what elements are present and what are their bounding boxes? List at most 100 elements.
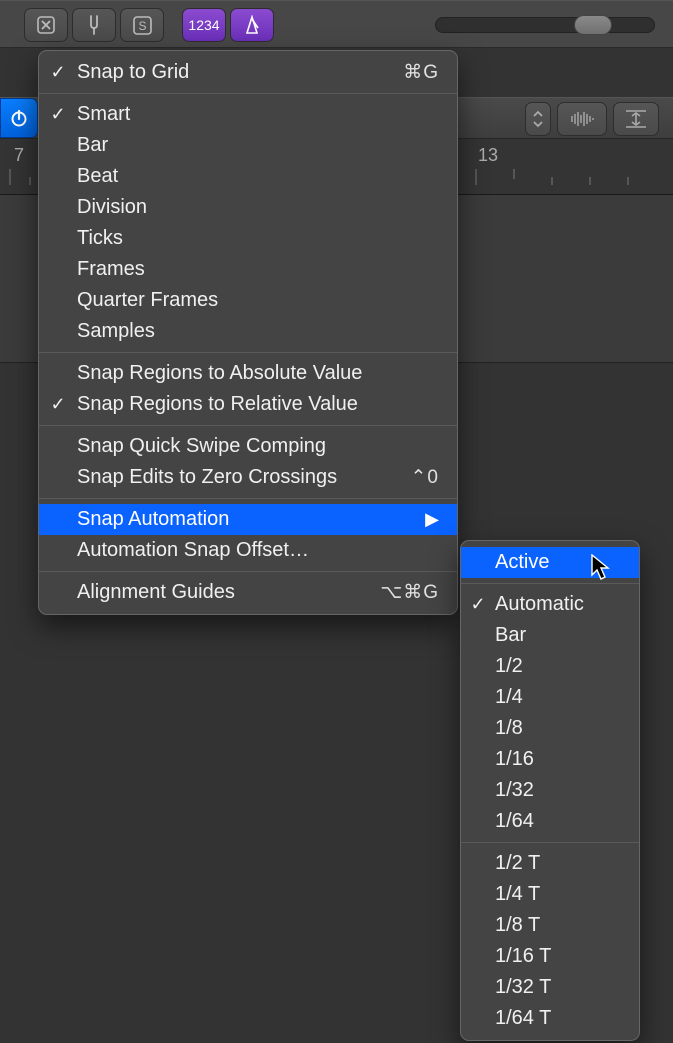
menu-ticks[interactable]: Ticks	[39, 223, 457, 254]
menu-item-label: Snap Edits to Zero Crossings	[77, 466, 411, 489]
tool-tuning-fork[interactable]	[72, 8, 116, 42]
tool-s-box[interactable]: S	[120, 8, 164, 42]
menu-zero-crossings[interactable]: Snap Edits to Zero Crossings ⌃0	[39, 462, 457, 493]
tuning-fork-icon	[85, 15, 103, 35]
checkmark-icon: ✓	[461, 594, 495, 615]
menu-beat[interactable]: Beat	[39, 161, 457, 192]
submenu-1-32-t[interactable]: 1/32 T	[461, 972, 639, 1003]
submenu-1-64-t[interactable]: 1/64 T	[461, 1003, 639, 1034]
submenu-1-8[interactable]: 1/8	[461, 713, 639, 744]
menu-item-label: 1/16	[495, 748, 625, 771]
menu-item-label: Frames	[77, 258, 439, 281]
tool-close[interactable]	[24, 8, 68, 42]
s-box-icon: S	[133, 16, 152, 35]
menu-item-label: Samples	[77, 320, 439, 343]
menu-item-label: Automatic	[495, 593, 625, 616]
menu-item-label: Quarter Frames	[77, 289, 439, 312]
menu-smart[interactable]: ✓ Smart	[39, 99, 457, 130]
submenu-arrow-icon: ▶	[417, 509, 439, 530]
menu-item-label: Snap to Grid	[77, 61, 403, 84]
menu-separator	[39, 571, 457, 572]
menu-separator	[39, 498, 457, 499]
menu-item-label: Ticks	[77, 227, 439, 250]
menu-snap-automation[interactable]: Snap Automation ▶	[39, 504, 457, 535]
zoom-slider[interactable]	[435, 17, 655, 33]
submenu-1-4-t[interactable]: 1/4 T	[461, 879, 639, 910]
menu-separator	[39, 352, 457, 353]
snap-menu: ✓ Snap to Grid ⌘G ✓ Smart Bar Beat Divis…	[38, 50, 458, 615]
right-tool-group	[525, 102, 659, 136]
menu-separator	[39, 425, 457, 426]
checkmark-icon: ✓	[39, 104, 77, 125]
toolbar-tool-group: S 1234	[24, 8, 274, 42]
selector-updown[interactable]	[525, 102, 551, 136]
submenu-1-8-t[interactable]: 1/8 T	[461, 910, 639, 941]
menu-item-label: Smart	[77, 103, 439, 126]
menu-samples[interactable]: Samples	[39, 316, 457, 347]
menu-item-label: Bar	[495, 624, 625, 647]
menu-item-label: 1/32 T	[495, 976, 625, 999]
menu-item-label: 1/32	[495, 779, 625, 802]
svg-text:S: S	[138, 19, 146, 33]
tool-metronome[interactable]	[230, 8, 274, 42]
menu-item-label: Automation Snap Offset…	[77, 539, 439, 562]
menu-snap-regions-absolute[interactable]: Snap Regions to Absolute Value	[39, 358, 457, 389]
menu-item-label: Snap Quick Swipe Comping	[77, 435, 439, 458]
menu-item-label: 1/64 T	[495, 1007, 625, 1030]
tool-1234[interactable]: 1234	[182, 8, 226, 42]
vertical-fit-button[interactable]	[613, 102, 659, 136]
submenu-automatic[interactable]: ✓ Automatic	[461, 589, 639, 620]
submenu-1-2-t[interactable]: 1/2 T	[461, 848, 639, 879]
ruler-mark: 13	[478, 145, 498, 166]
menu-division[interactable]: Division	[39, 192, 457, 223]
metronome-icon	[243, 15, 261, 35]
menu-item-label: 1/4 T	[495, 883, 625, 906]
submenu-1-64[interactable]: 1/64	[461, 806, 639, 837]
waveform-icon	[567, 110, 597, 128]
menu-quarter-frames[interactable]: Quarter Frames	[39, 285, 457, 316]
menu-item-label: 1/2	[495, 655, 625, 678]
submenu-1-16-t[interactable]: 1/16 T	[461, 941, 639, 972]
snap-automation-submenu: Active ✓ Automatic Bar 1/2 1/4 1/8 1/16 …	[460, 540, 640, 1041]
waveform-button[interactable]	[557, 102, 607, 136]
submenu-bar[interactable]: Bar	[461, 620, 639, 651]
submenu-1-4[interactable]: 1/4	[461, 682, 639, 713]
menu-quick-swipe-comping[interactable]: Snap Quick Swipe Comping	[39, 431, 457, 462]
menu-item-label: Active	[495, 551, 625, 574]
close-box-icon	[37, 16, 55, 34]
power-icon	[9, 108, 29, 128]
menu-snap-to-grid[interactable]: ✓ Snap to Grid ⌘G	[39, 57, 457, 88]
checkmark-icon: ✓	[39, 62, 77, 83]
menu-bar[interactable]: Bar	[39, 130, 457, 161]
menu-separator	[461, 583, 639, 584]
menu-item-label: Division	[77, 196, 439, 219]
submenu-1-32[interactable]: 1/32	[461, 775, 639, 806]
submenu-1-2[interactable]: 1/2	[461, 651, 639, 682]
submenu-active[interactable]: Active	[461, 547, 639, 578]
menu-item-label: 1/16 T	[495, 945, 625, 968]
menu-automation-snap-offset[interactable]: Automation Snap Offset…	[39, 535, 457, 566]
menu-item-label: 1/64	[495, 810, 625, 833]
menu-item-shortcut: ⌥⌘G	[380, 581, 439, 604]
ruler-mark: 7	[14, 145, 24, 166]
chevron-updown-icon	[532, 109, 544, 129]
menu-item-shortcut: ⌘G	[403, 61, 439, 84]
menu-item-label: Alignment Guides	[77, 581, 380, 604]
menu-frames[interactable]: Frames	[39, 254, 457, 285]
menu-separator	[461, 842, 639, 843]
menu-item-label: 1/8 T	[495, 914, 625, 937]
vertical-fit-icon	[624, 109, 648, 129]
menu-item-label: 1/8	[495, 717, 625, 740]
checkmark-icon: ✓	[39, 394, 77, 415]
menu-item-label: 1/4	[495, 686, 625, 709]
toolbar: S 1234	[0, 0, 673, 48]
tool-1234-label: 1234	[188, 17, 219, 33]
menu-separator	[39, 93, 457, 94]
menu-item-label: Beat	[77, 165, 439, 188]
menu-item-label: Snap Regions to Absolute Value	[77, 362, 439, 385]
menu-snap-regions-relative[interactable]: ✓ Snap Regions to Relative Value	[39, 389, 457, 420]
menu-alignment-guides[interactable]: Alignment Guides ⌥⌘G	[39, 577, 457, 608]
submenu-1-16[interactable]: 1/16	[461, 744, 639, 775]
power-button[interactable]	[0, 98, 38, 138]
zoom-slider-thumb[interactable]	[574, 15, 612, 35]
